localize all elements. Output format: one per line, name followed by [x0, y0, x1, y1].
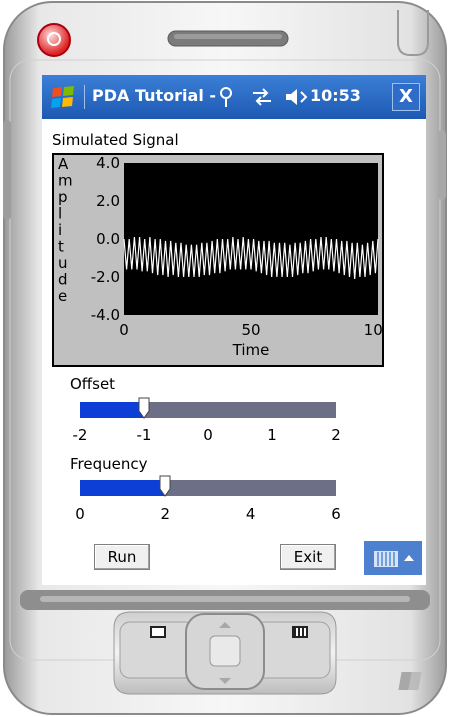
tick-label: 6 — [331, 505, 341, 523]
tick-label: 0 — [75, 505, 85, 523]
chevron-up-icon — [404, 555, 414, 561]
y-tick-label: 2.0 — [96, 192, 120, 210]
tick-label: 4 — [245, 505, 256, 523]
title-bar: PDA Tutorial - 10:53 X — [42, 75, 426, 119]
chart-title: Simulated Signal — [52, 131, 179, 149]
plot-area — [124, 163, 378, 315]
tick-label: -2 — [72, 426, 88, 444]
exit-button[interactable]: Exit — [280, 544, 336, 570]
offset-slider[interactable] — [80, 397, 336, 419]
x-tick-label: 50 — [241, 321, 260, 339]
offset-slider-fill — [80, 402, 144, 418]
frequency-slider[interactable] — [80, 475, 336, 497]
frequency-slider-track — [165, 480, 336, 496]
y-tick-label: 0.0 — [96, 230, 120, 248]
dpad-up-icon[interactable] — [219, 622, 231, 628]
keyboard-icon — [374, 551, 398, 567]
frequency-slider-fill — [80, 480, 165, 496]
start-menu-icon[interactable] — [50, 84, 76, 110]
offset-label: Offset — [70, 375, 116, 393]
offset-slider-track — [144, 402, 336, 418]
offset-slider-thumb[interactable] — [138, 397, 150, 419]
y-tick-label: -2.0 — [91, 268, 120, 286]
x-tick-label: 100 — [364, 321, 382, 339]
run-button[interactable]: Run — [94, 544, 150, 570]
frequency-slider-thumb[interactable] — [159, 475, 171, 497]
antenna-icon[interactable] — [216, 85, 236, 109]
power-button[interactable] — [37, 23, 71, 57]
y-tick-label: 4.0 — [96, 155, 120, 172]
screen: PDA Tutorial - 10:53 X Simulated Signal … — [42, 75, 426, 585]
x-tick-label: 0 — [119, 321, 129, 339]
power-icon — [47, 32, 61, 46]
connectivity-icon[interactable] — [249, 87, 275, 107]
tick-label: 2 — [160, 505, 171, 523]
title-separator — [84, 85, 85, 109]
app-title: PDA Tutorial - — [92, 86, 217, 105]
close-button[interactable]: X — [392, 83, 420, 111]
chart-panel: 4.0 2.0 0.0 -2.0 -4.00 50 100 Time Amplitude — [52, 153, 392, 367]
keyboard-button[interactable] — [364, 541, 422, 575]
left-softkey-icon[interactable] — [150, 626, 166, 638]
pda-device: PDA Tutorial - 10:53 X Simulated Signal … — [0, 0, 450, 717]
y-tick-label: -4.0 — [91, 306, 120, 324]
x-axis-label: Time — [232, 341, 270, 359]
windows-logo-icon — [398, 672, 422, 690]
tick-label: 1 — [267, 426, 277, 444]
clock[interactable]: 10:53 — [310, 86, 361, 105]
volume-icon[interactable] — [284, 87, 308, 107]
y-axis-label: Amplitude — [58, 155, 73, 305]
tick-label: -1 — [136, 426, 152, 444]
tick-label: 2 — [331, 426, 341, 444]
windows-flag-icon — [51, 86, 74, 108]
tick-label: 0 — [203, 426, 213, 444]
signal-chart: 4.0 2.0 0.0 -2.0 -4.00 50 100 Time Amplitude — [58, 154, 392, 359]
right-softkey-icon[interactable] — [292, 626, 308, 638]
dpad-down-icon[interactable] — [219, 678, 231, 684]
frequency-label: Frequency — [70, 455, 148, 473]
